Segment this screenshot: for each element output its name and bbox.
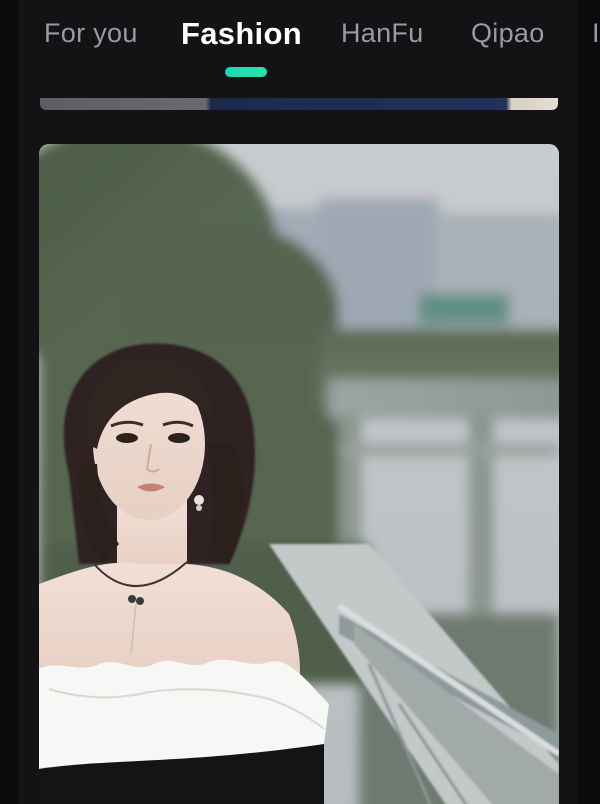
right-edge <box>578 0 600 804</box>
tab-hanfu[interactable]: HanFu <box>341 18 424 49</box>
video-thumbnail <box>39 144 559 804</box>
tab-for-you[interactable]: For you <box>44 18 138 49</box>
video-card[interactable] <box>39 144 559 804</box>
tab-more-partial[interactable]: I <box>592 18 600 49</box>
active-tab-indicator <box>225 67 267 77</box>
left-edge <box>0 0 18 804</box>
category-tabs: For you Fashion HanFu Qipao I <box>0 0 600 86</box>
tab-qipao[interactable]: Qipao <box>471 18 545 49</box>
tab-fashion[interactable]: Fashion <box>181 16 302 52</box>
app-screen: For you Fashion HanFu Qipao I <box>0 0 600 804</box>
previous-card-edge[interactable] <box>40 98 558 110</box>
